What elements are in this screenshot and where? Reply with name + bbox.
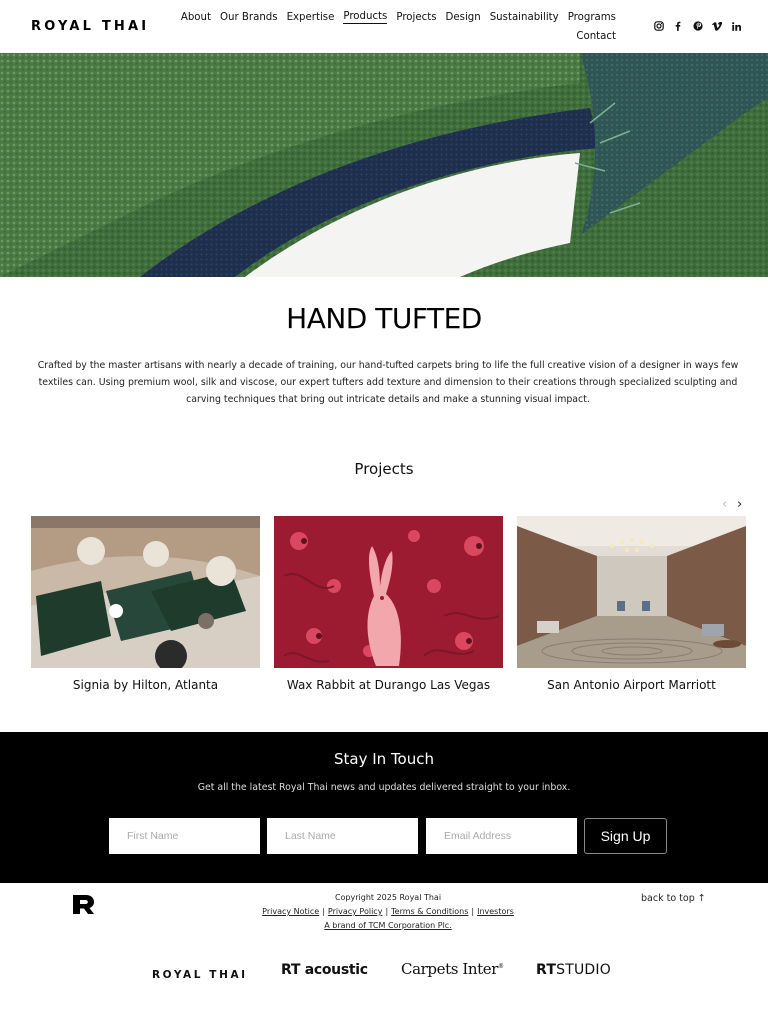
- instagram-icon[interactable]: [649, 20, 669, 32]
- vimeo-icon[interactable]: [708, 20, 728, 32]
- brand-rt-acoustic-word: acoustic: [304, 962, 368, 978]
- nav-item-contact[interactable]: Contact: [576, 31, 616, 42]
- facebook-icon[interactable]: [669, 20, 689, 32]
- project-image-san-antonio[interactable]: [517, 516, 746, 668]
- nav-item-sustainability[interactable]: Sustainability: [490, 12, 559, 23]
- project-card-wax-rabbit[interactable]: Wax Rabbit at Durango Las Vegas: [274, 516, 503, 692]
- sign-up-button[interactable]: Sign Up: [584, 818, 667, 854]
- carousel-next-button[interactable]: ›: [737, 497, 742, 512]
- email-field[interactable]: [426, 818, 577, 854]
- brand-carpets-inter[interactable]: Carpets Inter®: [401, 960, 504, 978]
- pinterest-icon[interactable]: [688, 20, 708, 32]
- nav-item-products[interactable]: Products: [343, 11, 388, 24]
- nav-item-programs[interactable]: Programs: [568, 12, 616, 23]
- nav-row-2: Contact: [196, 28, 616, 45]
- project-image-signia[interactable]: [31, 516, 260, 668]
- project-image-wax-rabbit[interactable]: [274, 516, 503, 668]
- nav-item-expertise[interactable]: Expertise: [287, 12, 335, 23]
- hero-image: [0, 53, 768, 277]
- brand-rt-studio[interactable]: RTSTUDIO: [536, 962, 611, 978]
- newsletter-subtitle: Get all the latest Royal Thai news and u…: [197, 782, 571, 793]
- brand-rt-acoustic[interactable]: RT acoustic: [281, 962, 368, 978]
- main-nav: About Our Brands Expertise Products Proj…: [181, 9, 616, 45]
- linkedin-icon[interactable]: [727, 20, 747, 32]
- first-name-field[interactable]: [109, 818, 260, 854]
- brand-rt-studio-word: STUDIO: [556, 962, 611, 978]
- nav-item-projects[interactable]: Projects: [396, 12, 436, 23]
- brand-rt-studio-rt: RT: [536, 962, 557, 978]
- last-name-field[interactable]: [267, 818, 418, 854]
- registered-mark: ®: [498, 963, 504, 970]
- brand-logos: ROYAL THAI RT acoustic Carpets Inter® RT…: [0, 955, 768, 989]
- site-logo[interactable]: ROYAL THAI: [31, 19, 149, 34]
- newsletter-section: Stay In Touch Get all the latest Royal T…: [0, 732, 768, 883]
- product-description: Crafted by the master artisans with near…: [37, 360, 739, 405]
- site-header: ROYAL THAI About Our Brands Expertise Pr…: [0, 0, 768, 53]
- project-caption[interactable]: San Antonio Airport Marriott: [517, 678, 746, 692]
- project-caption[interactable]: Wax Rabbit at Durango Las Vegas: [274, 678, 503, 692]
- back-to-top-link[interactable]: back to top ↑: [641, 893, 706, 904]
- nav-item-design[interactable]: Design: [446, 12, 481, 23]
- terms-link[interactable]: Terms & Conditions: [391, 907, 468, 916]
- footer-links: Privacy Notice | Privacy Policy | Terms & Co…: [262, 907, 514, 916]
- project-caption[interactable]: Signia by Hilton, Atlanta: [31, 678, 260, 692]
- tcm-corporation-link[interactable]: A brand of TCM Corporation Plc.: [324, 921, 451, 930]
- page-title: HAND TUFTED: [286, 302, 482, 335]
- privacy-notice-link[interactable]: Privacy Notice: [262, 907, 319, 916]
- project-card-san-antonio[interactable]: San Antonio Airport Marriott: [517, 516, 746, 692]
- project-card-signia[interactable]: Signia by Hilton, Atlanta: [31, 516, 260, 692]
- investors-link[interactable]: Investors: [477, 907, 514, 916]
- nav-item-about[interactable]: About: [181, 12, 211, 23]
- projects-heading: Projects: [354, 460, 414, 478]
- carousel-prev-button[interactable]: ‹: [722, 497, 727, 512]
- brand-carpets-inter-word: Carpets Inter: [401, 960, 499, 978]
- social-links: [649, 20, 747, 32]
- brand-line: A brand of TCM Corporation Plc.: [0, 921, 768, 930]
- brand-rt-acoustic-rt: RT: [281, 962, 301, 978]
- nav-row-1: About Our Brands Expertise Products Proj…: [181, 9, 616, 26]
- newsletter-title: Stay In Touch: [334, 750, 434, 768]
- nav-item-our-brands[interactable]: Our Brands: [220, 12, 278, 23]
- brand-royal-thai[interactable]: ROYAL THAI: [152, 969, 248, 981]
- privacy-policy-link[interactable]: Privacy Policy: [328, 907, 383, 916]
